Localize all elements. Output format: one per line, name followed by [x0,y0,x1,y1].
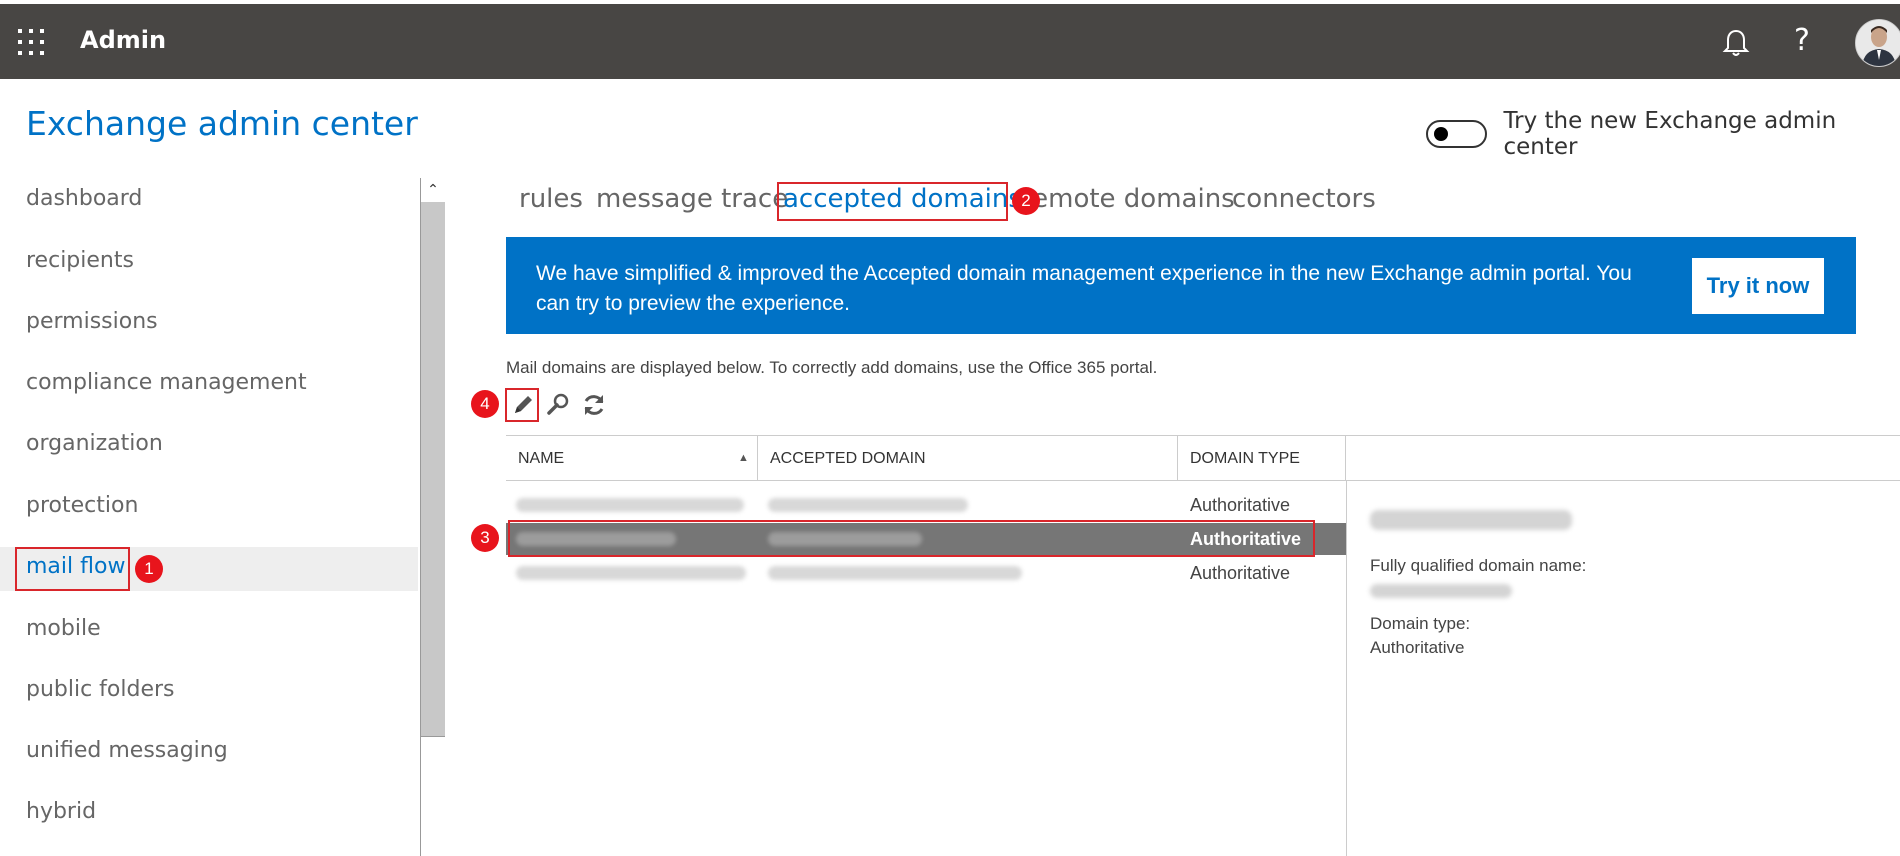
preview-banner: We have simplified & improved the Accept… [506,237,1856,334]
avatar[interactable] [1855,19,1900,67]
sidebar-item-dashboard[interactable]: dashboard [26,186,142,211]
column-separator [757,436,758,480]
scrollbar-end [421,736,445,737]
new-eac-toggle-group: Try the new Exchange admin center [1426,108,1900,160]
domain-type-value: Authoritative [1370,638,1465,657]
table-header: NAME ▲ ACCEPTED DOMAIN DOMAIN TYPE [506,435,1900,481]
bell-icon[interactable] [1722,28,1750,58]
annotation-badge-1: 1 [135,555,163,583]
table-row[interactable]: Authoritative [506,557,1346,589]
page-title: Exchange admin center [26,104,418,143]
blurred-fqdn-value [1370,584,1512,598]
domain-type-cell: Authoritative [1190,495,1291,515]
annotation-box-2 [777,182,1008,221]
tab-rules[interactable]: rules [519,184,583,214]
blurred-detail-title [1370,510,1572,530]
edit-icon[interactable] [508,390,538,420]
search-icon[interactable] [543,390,573,420]
help-icon[interactable]: ? [1794,24,1810,58]
column-separator [1177,436,1178,480]
annotation-badge-2: 2 [1012,187,1040,215]
annotation-box-1 [15,547,130,591]
tab-message-trace[interactable]: message trace [596,184,788,214]
refresh-icon[interactable] [579,390,609,420]
details-divider [1346,481,1347,856]
sidebar-item-unified-messaging[interactable]: unified messaging [26,738,228,763]
domain-type-label: Domain type: [1370,614,1471,633]
info-text: Mail domains are displayed below. To cor… [506,358,1158,377]
column-separator [1345,436,1346,480]
toggle-knob [1434,127,1448,141]
domain-type-cell: Authoritative [1190,563,1291,583]
sidebar-item-compliance-management[interactable]: compliance management [26,370,307,395]
sidebar-item-hybrid[interactable]: hybrid [26,799,96,824]
toggle-label: Try the new Exchange admin center [1503,108,1837,160]
blurred-domain [768,498,968,512]
sidebar-item-protection[interactable]: protection [26,493,138,518]
annotation-box-3 [508,520,1315,557]
app-launcher-icon[interactable] [18,29,44,55]
sidebar-item-recipients[interactable]: recipients [26,248,134,273]
blurred-name [516,566,746,580]
top-bar: Admin ? [0,4,1900,79]
blurred-domain [768,566,1022,580]
column-header-accepted-domain[interactable]: ACCEPTED DOMAIN [770,450,926,468]
new-eac-toggle[interactable] [1426,120,1488,148]
tab-connectors[interactable]: connectors [1232,184,1376,214]
tab-remote-domains[interactable]: remote domains [1022,184,1235,214]
annotation-badge-4: 4 [471,390,499,418]
scroll-up-icon[interactable]: ⌃ [421,178,445,202]
table-row[interactable]: Authoritative [506,489,1346,521]
sidebar-item-organization[interactable]: organization [26,431,163,456]
try-it-now-button[interactable]: Try it now [1692,258,1824,314]
sidebar-scrollbar-thumb[interactable] [421,202,445,736]
annotation-badge-3: 3 [471,524,499,552]
column-header-domain-type[interactable]: DOMAIN TYPE [1190,450,1300,468]
app-title[interactable]: Admin [80,26,166,54]
blurred-name [516,498,744,512]
fqdn-label: Fully qualified domain name: [1370,556,1587,575]
sidebar-item-permissions[interactable]: permissions [26,309,158,334]
banner-text: We have simplified & improved the Accept… [536,262,1632,315]
column-header-name[interactable]: NAME [518,450,564,468]
sort-ascending-icon[interactable]: ▲ [738,452,749,464]
sidebar-item-mobile[interactable]: mobile [26,616,101,641]
sidebar-item-public-folders[interactable]: public folders [26,677,175,702]
